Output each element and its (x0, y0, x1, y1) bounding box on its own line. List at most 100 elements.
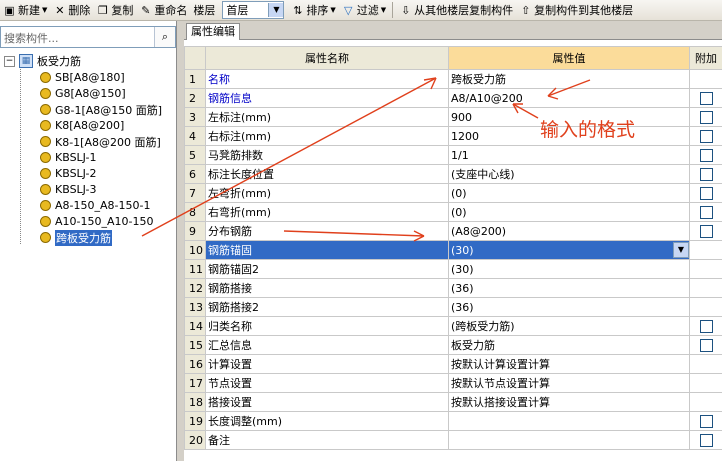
search-input[interactable]: 搜索构件... ⌕ (0, 26, 176, 48)
property-name: 名称 (205, 69, 449, 89)
extra-cell (689, 373, 722, 393)
delete-button[interactable]: ✕ 删除 (50, 1, 93, 19)
tree-item[interactable]: A8-150_A8-150-1 (40, 198, 150, 213)
tree-item-label: A10-150_A10-150 (55, 215, 154, 228)
property-row[interactable]: 15 汇总信息 板受力筋 (184, 335, 722, 355)
property-row[interactable]: 17 节点设置 按默认节点设置计算 (184, 373, 722, 393)
property-value-cell[interactable]: (36) (448, 278, 690, 298)
property-value-cell[interactable]: 按默认搭接设置计算 (448, 392, 690, 412)
property-value-cell[interactable]: 跨板受力筋 (448, 69, 690, 89)
property-value-cell[interactable]: 按默认节点设置计算 (448, 373, 690, 393)
property-row[interactable]: 20 备注 (184, 430, 722, 450)
property-name: 备注 (205, 430, 449, 450)
property-value-cell[interactable]: 按默认计算设置计算 (448, 354, 690, 374)
property-value-cell[interactable]: (A8@200) (448, 221, 690, 241)
tree-item[interactable]: SB[A8@180] (40, 70, 125, 85)
filter-button[interactable]: ▽ 过滤 ▼ (339, 1, 389, 19)
sort-button[interactable]: ⇅ 排序 ▼ (288, 1, 338, 19)
copy-button[interactable]: ❐ 复制 (93, 1, 136, 19)
property-value: A8/A10@200 (451, 91, 523, 105)
property-row[interactable]: 6 标注长度位置 (支座中心线) (184, 164, 722, 184)
property-value: 按默认计算设置计算 (451, 358, 550, 371)
tree-item[interactable]: KBSLJ-1 (40, 150, 97, 165)
chevron-down-icon[interactable]: ▼ (673, 242, 689, 258)
property-name: 归类名称 (205, 316, 449, 336)
property-value-cell[interactable]: (0) (448, 202, 690, 222)
property-row[interactable]: 13 钢筋搭接2 (36) (184, 297, 722, 317)
tree-root[interactable]: − ▦ 板受力筋 (4, 53, 81, 69)
property-value-cell[interactable]: 1200 (448, 126, 690, 146)
tree-item[interactable]: K8[A8@200] (40, 118, 124, 133)
extra-checkbox[interactable] (699, 338, 713, 352)
row-number: 16 (184, 354, 206, 374)
copy-to-floor-label: 复制构件到其他楼层 (534, 4, 634, 17)
property-value: (36) (451, 281, 474, 295)
property-value-cell[interactable]: (30) (448, 259, 690, 279)
chevron-down-icon[interactable]: ▼ (268, 3, 284, 17)
collapse-icon[interactable]: − (4, 55, 15, 67)
copy-from-floor-button[interactable]: ⇩ 从其他楼层复制构件 (396, 1, 516, 19)
property-row[interactable]: 5 马凳筋排数 1/1 (184, 145, 722, 165)
property-value-cell[interactable]: (36) (448, 297, 690, 317)
tree-item-selected[interactable]: 跨板受力筋 (40, 229, 112, 246)
tree-item[interactable]: A10-150_A10-150 (40, 214, 153, 229)
extra-checkbox[interactable] (699, 433, 713, 447)
copy-from-floor-label: 从其他楼层复制构件 (414, 4, 514, 17)
tree-item[interactable]: G8-1[A8@150 面筋] (40, 102, 162, 117)
property-value-cell[interactable]: (跨板受力筋) (448, 316, 690, 336)
property-row[interactable]: 1 名称 跨板受力筋 (184, 69, 722, 89)
tree-item[interactable]: KBSLJ-3 (40, 182, 97, 197)
property-row[interactable]: 4 右标注(mm) 1200 (184, 126, 722, 146)
property-name: 搭接设置 (205, 392, 449, 412)
property-value-cell[interactable]: (支座中心线) (448, 164, 690, 184)
extra-checkbox[interactable] (699, 148, 713, 162)
property-row[interactable]: 12 钢筋搭接 (36) (184, 278, 722, 298)
extra-cell (689, 354, 722, 374)
property-row[interactable]: 8 右弯折(mm) (0) (184, 202, 722, 222)
extra-cell (689, 316, 722, 336)
property-value-cell[interactable]: 1/1 (448, 145, 690, 165)
tree-item[interactable]: G8[A8@150] (40, 86, 126, 101)
property-row[interactable]: 18 搭接设置 按默认搭接设置计算 (184, 392, 722, 412)
tab-property-edit[interactable]: 属性编辑 (186, 23, 240, 40)
row-number: 15 (184, 335, 206, 355)
property-row[interactable]: 14 归类名称 (跨板受力筋) (184, 316, 722, 336)
extra-checkbox[interactable] (699, 91, 713, 105)
property-row[interactable]: 3 左标注(mm) 900 (184, 107, 722, 127)
property-value-cell[interactable]: (30) ▼ (448, 240, 690, 260)
property-row[interactable]: 9 分布钢筋 (A8@200) (184, 221, 722, 241)
property-row[interactable]: 16 计算设置 按默认计算设置计算 (184, 354, 722, 374)
property-row[interactable]: 7 左弯折(mm) (0) (184, 183, 722, 203)
extra-checkbox[interactable] (699, 224, 713, 238)
extra-checkbox[interactable] (699, 167, 713, 181)
tree-item[interactable]: KBSLJ-2 (40, 166, 97, 181)
filter-label: 过滤 (356, 4, 379, 17)
property-value: 1/1 (451, 148, 469, 162)
property-value-cell[interactable]: A8/A10@200 (448, 88, 690, 108)
property-row[interactable]: 10 钢筋锚固 (30) ▼ (184, 240, 722, 260)
extra-checkbox[interactable] (699, 414, 713, 428)
property-value: 跨板受力筋 (451, 73, 506, 86)
property-value-cell[interactable]: (0) (448, 183, 690, 203)
rename-button[interactable]: ✎ 重命名 (136, 1, 190, 19)
property-row[interactable]: 2 钢筋信息 A8/A10@200 (184, 88, 722, 108)
floor-select[interactable]: 首层 ▼ (222, 1, 285, 19)
property-value-cell[interactable] (448, 430, 690, 450)
property-value-cell[interactable] (448, 411, 690, 431)
extra-checkbox[interactable] (699, 129, 713, 143)
property-value-cell[interactable]: 900 (448, 107, 690, 127)
gear-icon (40, 152, 51, 163)
extra-checkbox[interactable] (699, 110, 713, 124)
gear-icon (40, 232, 51, 243)
copy-to-floor-button[interactable]: ⇧ 复制构件到其他楼层 (516, 1, 636, 19)
search-icon[interactable]: ⌕ (154, 27, 175, 47)
new-button[interactable]: ▣ 新建 ▼ (0, 1, 50, 19)
extra-checkbox[interactable] (699, 205, 713, 219)
property-row[interactable]: 19 长度调整(mm) (184, 411, 722, 431)
property-value-cell[interactable]: 板受力筋 (448, 335, 690, 355)
property-row[interactable]: 11 钢筋锚固2 (30) (184, 259, 722, 279)
extra-checkbox[interactable] (699, 186, 713, 200)
extra-checkbox[interactable] (699, 319, 713, 333)
component-tree-panel: 搜索构件... ⌕ − ▦ 板受力筋 SB[A8@180] G8[A8@150]… (0, 21, 177, 461)
tree-item[interactable]: K8-1[A8@200 面筋] (40, 134, 161, 149)
